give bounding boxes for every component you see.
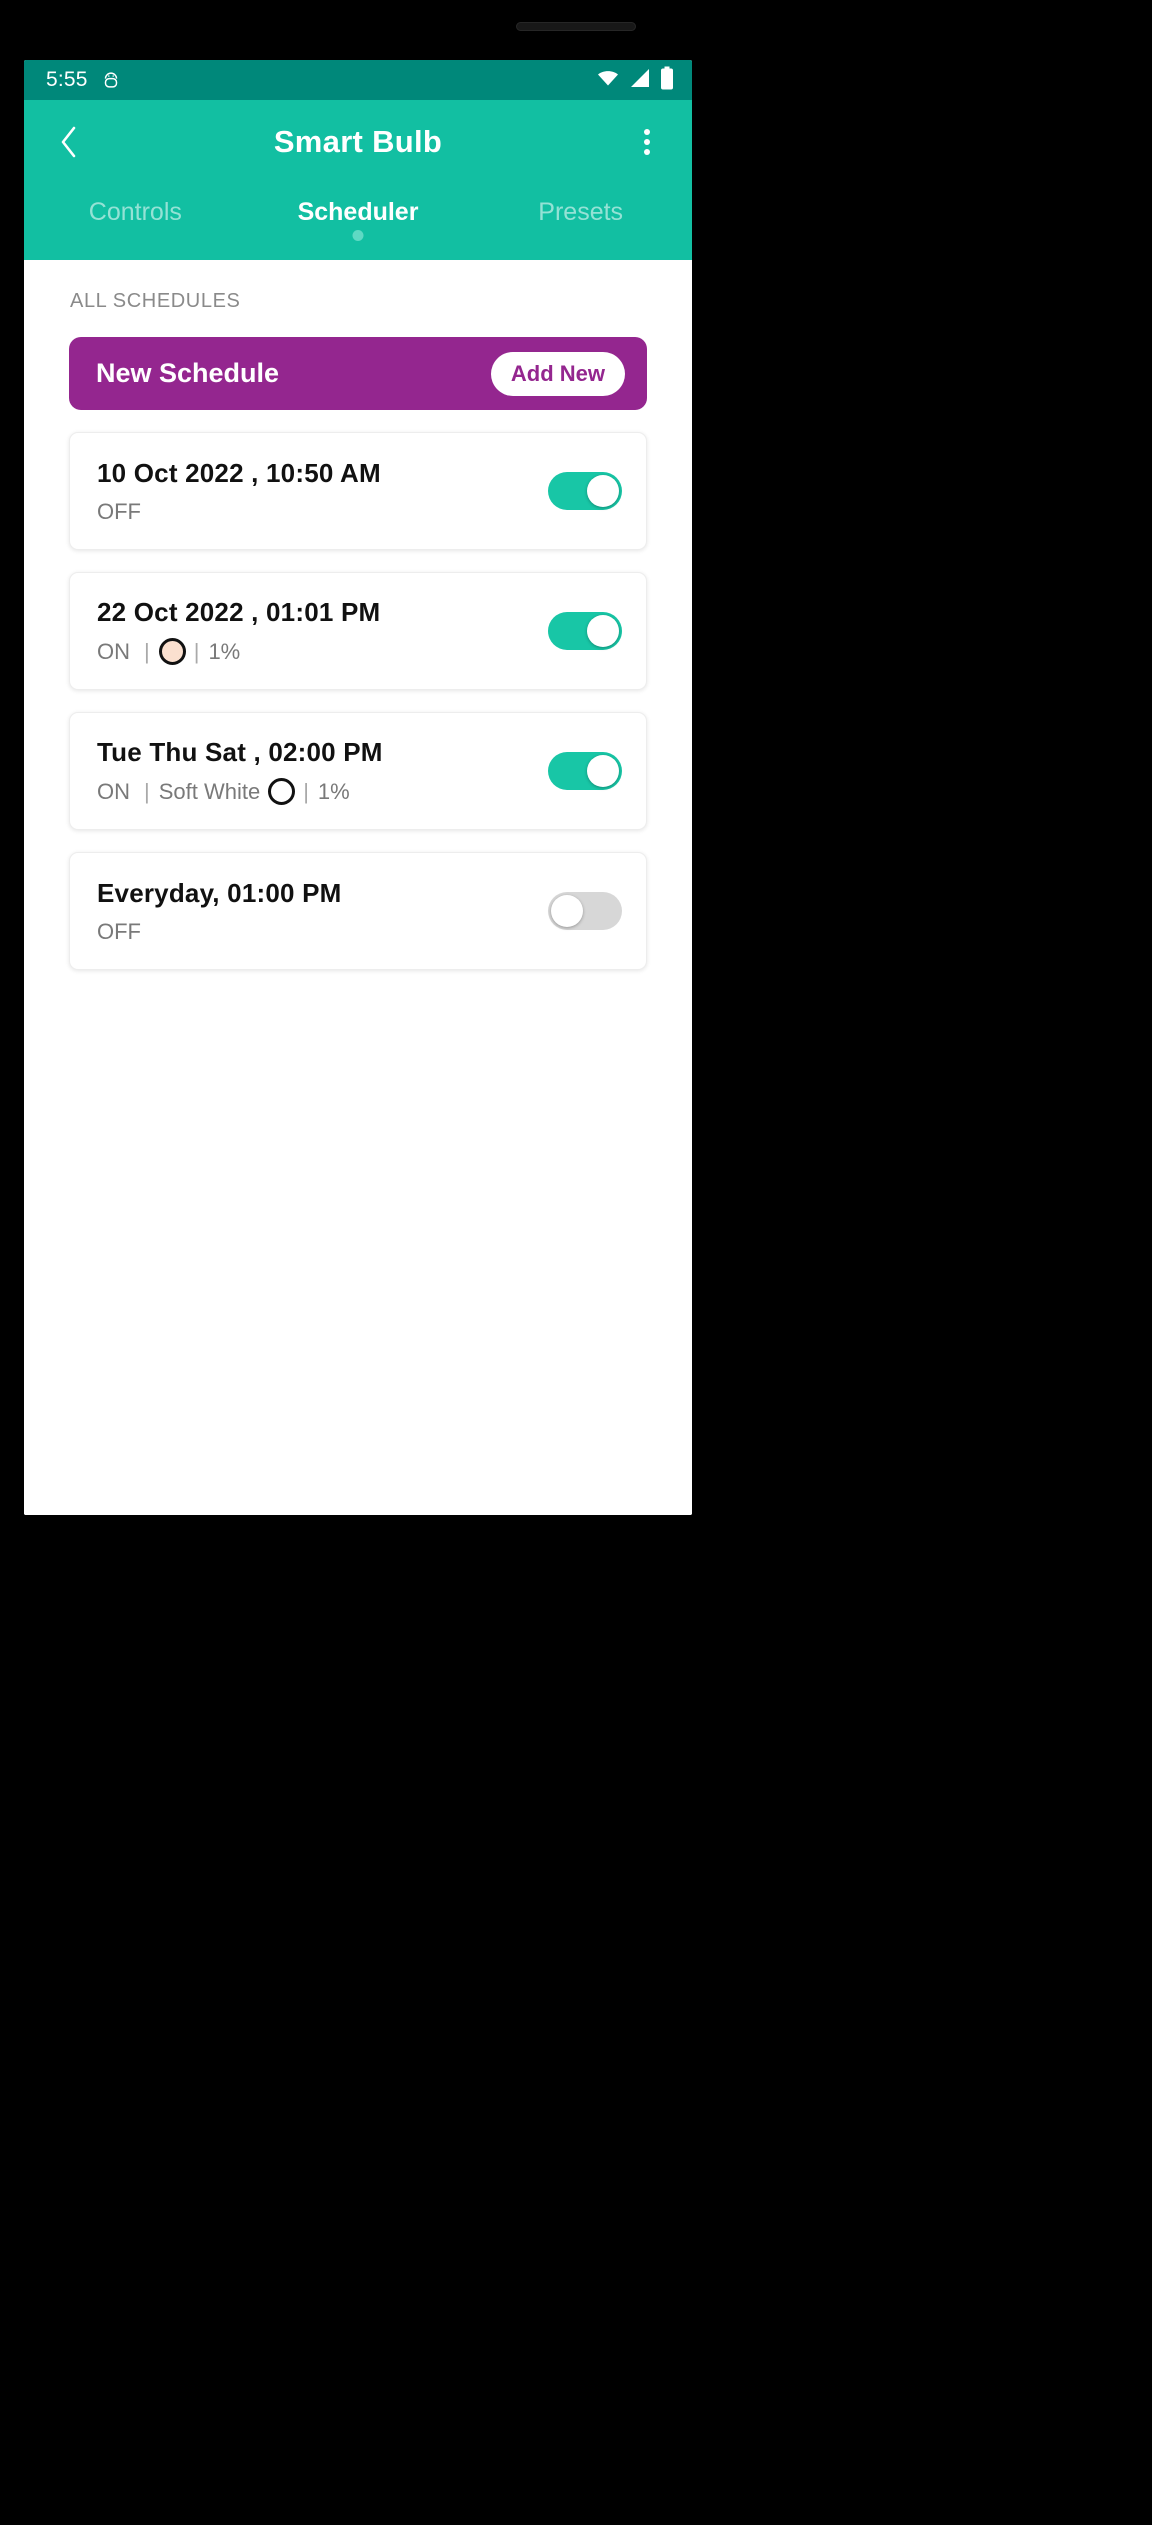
home-indicator[interactable] [24, 1504, 692, 1510]
battery-icon [660, 66, 674, 95]
schedule-color-swatch [268, 778, 296, 805]
new-schedule-banner[interactable]: New Schedule Add New [69, 337, 647, 410]
schedule-color-name: Soft White [158, 778, 261, 804]
schedule-brightness: 1% [317, 778, 350, 804]
new-schedule-title: New Schedule [96, 358, 280, 388]
schedule-separator: | [303, 778, 309, 804]
schedule-title: 10 Oct 2022 , 10:50 AM [97, 457, 381, 488]
section-header-all-schedules: ALL SCHEDULES [70, 290, 241, 312]
back-button[interactable] [46, 119, 92, 165]
schedule-subtitle: OFF [97, 919, 548, 945]
schedule-list-item[interactable]: 22 Oct 2022 , 01:01 PM ON | | 1% [69, 572, 647, 690]
schedule-texts: 22 Oct 2022 , 01:01 PM ON | | 1% [97, 597, 548, 665]
schedule-list-item[interactable]: 10 Oct 2022 , 10:50 AM OFF [69, 432, 647, 550]
toggle-knob [587, 755, 619, 787]
status-bar-left: 5:55 [46, 68, 122, 92]
schedule-list-item[interactable]: Everyday, 01:00 PM OFF [69, 852, 647, 970]
tab-controls[interactable]: Controls [24, 198, 247, 241]
schedule-separator: | [144, 778, 150, 804]
page-title: Smart Bulb [273, 124, 443, 159]
schedule-brightness: 1% [208, 638, 241, 664]
schedule-separator: | [193, 638, 200, 664]
schedule-toggle[interactable] [548, 752, 622, 790]
schedule-texts: 10 Oct 2022 , 10:50 AM OFF [97, 458, 548, 525]
tab-controls-label: Controls [88, 198, 182, 226]
tab-presets-label: Presets [538, 198, 624, 226]
app-bar: Smart Bulb [24, 100, 692, 184]
schedule-subtitle: ON | Soft White | 1% [97, 778, 548, 805]
schedule-state: OFF [97, 498, 141, 524]
schedule-color-swatch [158, 638, 186, 665]
schedule-subtitle: OFF [97, 499, 548, 525]
schedule-state: OFF [97, 918, 141, 944]
status-bar: 5:55 [24, 60, 692, 100]
tab-scheduler[interactable]: Scheduler [247, 198, 470, 241]
tab-scheduler-label: Scheduler [297, 198, 419, 226]
back-chevron-icon [61, 126, 76, 158]
phone-screen: 5:55 Smart Bulb Controls Scheduler Prese… [24, 60, 692, 1515]
schedule-state: ON [97, 778, 130, 804]
schedule-toggle[interactable] [548, 892, 622, 930]
overflow-menu-icon[interactable] [624, 119, 670, 165]
earpiece-speaker [516, 22, 636, 31]
toggle-knob [587, 475, 619, 507]
schedule-texts: Tue Thu Sat , 02:00 PM ON | Soft White |… [97, 737, 548, 805]
tab-presets[interactable]: Presets [469, 198, 692, 241]
schedule-state: ON [97, 638, 130, 664]
tab-bar: Controls Scheduler Presets [24, 184, 692, 260]
schedule-toggle[interactable] [548, 612, 622, 650]
toggle-knob [587, 615, 619, 647]
cellular-signal-icon [629, 68, 651, 93]
toggle-knob [551, 895, 583, 927]
schedule-title: Everyday, 01:00 PM [97, 877, 342, 908]
schedule-texts: Everyday, 01:00 PM OFF [97, 878, 548, 945]
schedule-list-item[interactable]: Tue Thu Sat , 02:00 PM ON | Soft White |… [69, 712, 647, 830]
schedule-subtitle: ON | | 1% [97, 638, 548, 665]
wifi-icon [596, 69, 620, 92]
schedule-title: Tue Thu Sat , 02:00 PM [97, 737, 383, 767]
android-icon [100, 69, 122, 91]
tab-active-indicator [352, 230, 364, 241]
scheduler-content: ALL SCHEDULES New Schedule Add New 10 Oc… [24, 260, 692, 1515]
phone-device-frame: 5:55 Smart Bulb Controls Scheduler Prese… [0, 0, 1152, 2525]
schedule-separator: | [144, 638, 150, 664]
status-time: 5:55 [46, 68, 88, 91]
status-bar-right [596, 66, 674, 95]
add-new-button[interactable]: Add New [490, 351, 625, 396]
schedule-toggle[interactable] [548, 472, 622, 510]
schedule-title: 22 Oct 2022 , 01:01 PM [97, 597, 381, 627]
